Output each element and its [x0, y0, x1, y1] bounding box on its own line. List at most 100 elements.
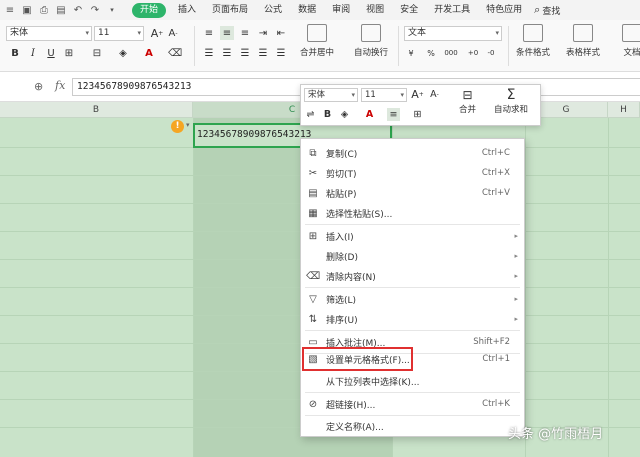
zoom-icon[interactable]: ⊕	[34, 80, 43, 93]
menu-item-hyperlink[interactable]: ⊘ 超链接(H)... Ctrl+K	[301, 394, 524, 414]
fill-color-icon[interactable]: ◈	[338, 108, 351, 121]
menu-item-label: 清除内容(N)	[326, 272, 376, 283]
preview-icon[interactable]: ▤	[55, 4, 67, 16]
font-name-select[interactable]: 宋体 ▾	[6, 26, 92, 41]
indent-icon[interactable]: ⇥	[256, 26, 270, 40]
font-grow-icon[interactable]: A +	[411, 88, 424, 101]
align-center-icon[interactable]: ☰	[220, 46, 234, 60]
menu-separator	[305, 330, 520, 331]
tab-home[interactable]: 开始	[132, 2, 167, 18]
border-icon[interactable]: ⊞	[411, 108, 424, 121]
menu-item-pick-from-list[interactable]: 从下拉列表中选择(K)...	[301, 371, 524, 391]
tab-page-layout[interactable]: 页面布局	[204, 0, 256, 20]
mini-autosum-label: 自动求和	[494, 105, 529, 115]
font-color-icon[interactable]: A	[363, 108, 376, 121]
increase-decimal-icon[interactable]: +0	[466, 46, 480, 60]
menu-item-filter[interactable]: ▽ 筛选(L) ▸	[301, 289, 524, 309]
distribute-icon[interactable]: ☰	[274, 46, 288, 60]
document-button[interactable]: 文档	[622, 24, 640, 58]
sigma-icon: Σ	[506, 87, 516, 103]
align-middle-icon[interactable]: ≡	[220, 26, 234, 40]
menu-item-paste[interactable]: ▤ 粘贴(P) Ctrl+V	[301, 183, 524, 203]
menu-item-shortcut: Ctrl+1	[482, 354, 510, 364]
font-shrink-icon[interactable]: A-	[166, 26, 180, 40]
tab-developer[interactable]: 开发工具	[426, 0, 478, 20]
copy-icon: ⧉	[309, 147, 317, 159]
column-header-h[interactable]: H	[608, 102, 640, 118]
justify-icon[interactable]: ☰	[256, 46, 270, 60]
column-line	[193, 118, 194, 457]
font-size-value: 11	[98, 28, 110, 38]
clear-format-icon[interactable]: ⌫	[168, 46, 182, 60]
tab-special[interactable]: 特色应用	[478, 0, 530, 20]
tab-data[interactable]: 数据	[290, 0, 324, 20]
mini-font-size-select[interactable]: 11 ▾	[361, 88, 407, 102]
menu-item-define-name[interactable]: 定义名称(A)...	[301, 416, 524, 436]
bold-icon[interactable]: B	[321, 108, 334, 121]
currency-icon[interactable]: ¥	[404, 46, 418, 60]
mini-autosum-button[interactable]: Σ 自动求和	[494, 87, 528, 115]
align-right-icon[interactable]: ☰	[238, 46, 252, 60]
menu-item-sort[interactable]: ⇅ 排序(U) ▸	[301, 309, 524, 329]
save-icon[interactable]: ▣	[21, 4, 33, 16]
table-style-button[interactable]: 表格样式	[566, 24, 600, 58]
outdent-icon[interactable]: ⇤	[274, 26, 288, 40]
print-icon[interactable]: ⎙	[38, 4, 50, 16]
menu-item-paste-special[interactable]: ▦ 选择性粘贴(S)...	[301, 203, 524, 223]
mini-merge-button[interactable]: ⊟ 合并	[459, 87, 476, 115]
menu-icon[interactable]: ≡	[4, 4, 16, 16]
menu-item-clear[interactable]: ⌫ 清除内容(N) ▸	[301, 266, 524, 286]
menu-item-label: 定义名称(A)...	[326, 422, 384, 433]
italic-icon[interactable]: I	[26, 46, 40, 60]
align-left-icon[interactable]: ☰	[202, 46, 216, 60]
border-icon[interactable]: ⊞	[62, 46, 76, 60]
menu-item-insert[interactable]: ⊞ 插入(I) ▸	[301, 226, 524, 246]
align-top-icon[interactable]: ≡	[202, 26, 216, 40]
align-bottom-icon[interactable]: ≡	[238, 26, 252, 40]
tab-security[interactable]: 安全	[392, 0, 426, 20]
merge-center-button[interactable]: 合并居中	[300, 24, 334, 58]
mini-font-name-select[interactable]: 宋体 ▾	[304, 88, 358, 102]
warning-icon[interactable]: !	[171, 120, 184, 133]
dropdown-icon[interactable]: ▾	[106, 4, 118, 16]
merge-icon: ⊟	[462, 88, 473, 102]
tab-insert[interactable]: 插入	[170, 0, 204, 20]
font-grow-icon[interactable]: A +	[150, 26, 164, 40]
number-format-select[interactable]: 文本 ▾	[404, 26, 502, 41]
format-painter-icon[interactable]: ⇌	[304, 108, 317, 121]
align-center-icon[interactable]: ≡	[387, 108, 400, 121]
eraser-icon: ⌫	[305, 270, 321, 282]
sort-icon: ⇅	[308, 313, 318, 325]
menu-item-delete[interactable]: 删除(D) ▸	[301, 246, 524, 266]
merge-small-icon[interactable]: ⊟	[90, 46, 104, 60]
font-size-select[interactable]: 11 ▾	[94, 26, 144, 41]
fx-icon[interactable]: fx	[55, 79, 65, 92]
submenu-arrow-icon: ▸	[514, 295, 518, 303]
bold-icon[interactable]: B	[8, 46, 22, 60]
font-color-icon[interactable]: A	[142, 46, 156, 60]
percent-icon[interactable]: %	[424, 46, 438, 60]
wrap-text-button[interactable]: 自动换行	[354, 24, 388, 58]
fill-color-icon[interactable]: ◈	[116, 46, 130, 60]
menu-item-label: 复制(C)	[326, 149, 358, 160]
wrap-text-icon	[361, 24, 381, 42]
chevron-down-icon[interactable]: ▾	[186, 121, 190, 129]
menu-item-cut[interactable]: ✂ 剪切(T) Ctrl+X	[301, 163, 524, 183]
thousands-icon[interactable]: 000	[444, 46, 458, 60]
tab-review[interactable]: 审阅	[324, 0, 358, 20]
menu-bar: ≡ ▣ ⎙ ▤ ↶ ↷ ▾ 开始 插入 页面布局 公式 数据 审阅 视图 安全 …	[0, 0, 640, 20]
menu-item-label: 粘贴(P)	[326, 189, 357, 200]
menu-item-shortcut: Ctrl+K	[482, 399, 510, 409]
menu-item-shortcut: Ctrl+C	[481, 148, 510, 158]
redo-icon[interactable]: ↷	[89, 4, 101, 16]
tab-formulas[interactable]: 公式	[256, 0, 290, 20]
search-button[interactable]: ⌕ 查找	[534, 3, 560, 17]
conditional-format-button[interactable]: 条件格式	[516, 24, 550, 58]
tab-view[interactable]: 视图	[358, 0, 392, 20]
menu-item-copy[interactable]: ⧉ 复制(C) Ctrl+C	[301, 143, 524, 163]
font-shrink-icon[interactable]: A-	[428, 88, 441, 101]
underline-icon[interactable]: U	[44, 46, 58, 60]
undo-icon[interactable]: ↶	[72, 4, 84, 16]
decrease-decimal-icon[interactable]: -0	[484, 46, 498, 60]
column-header-b[interactable]: B	[0, 102, 193, 118]
